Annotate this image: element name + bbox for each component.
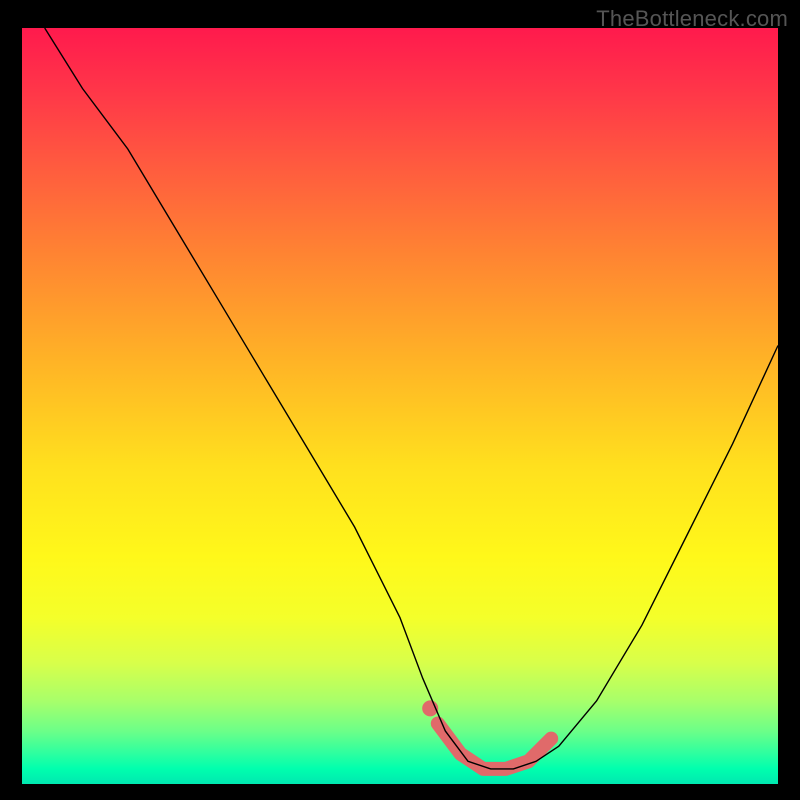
bottleneck-curve-line	[45, 28, 778, 769]
chart-svg	[22, 28, 778, 784]
chart-plot-area	[22, 28, 778, 784]
